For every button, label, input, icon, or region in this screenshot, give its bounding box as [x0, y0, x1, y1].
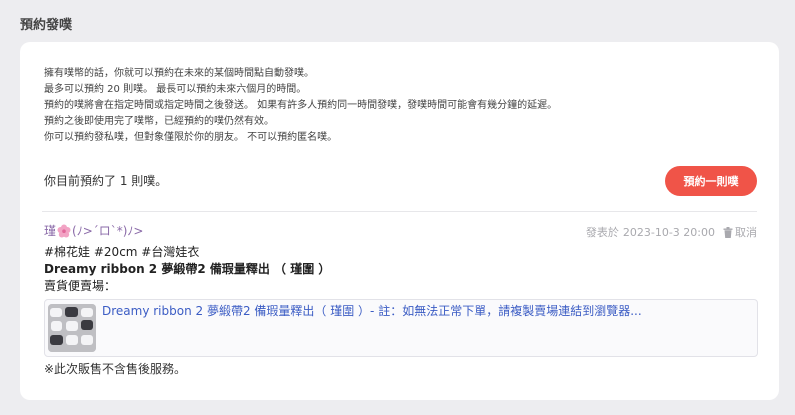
cancel-button[interactable]: 取消 — [723, 224, 757, 240]
reserved-post: 瑾 (ﾉ>´ロ`*)ﾉ> 發表於 2023-10-3 20:00 取消 #棉花娃… — [44, 220, 759, 378]
description-line: 最多可以預約 20 則噗。 最長可以預約未來六個月的時間。 — [44, 84, 307, 95]
post-shop-label: 賣貨便賣場： — [44, 279, 117, 293]
reservation-card: 擁有噗幣的話，你就可以預約在未來的某個時間點自動發噗。 最多可以預約 20 則噗… — [20, 42, 779, 400]
description-line: 擁有噗幣的話，你就可以預約在未來的某個時間點自動發噗。 — [44, 68, 314, 79]
post-headline: Dreamy ribbon 2 夢緞帶2 備瑕量釋出 （ 瑾圍 ） — [44, 262, 331, 276]
posted-label: 發表於 — [585, 226, 619, 239]
author-suffix: (ﾉ>´ロ`*)ﾉ> — [72, 224, 144, 238]
post-meta: 發表於 2023-10-3 20:00 取消 — [586, 224, 757, 240]
post-header: 瑾 (ﾉ>´ロ`*)ﾉ> 發表於 2023-10-3 20:00 取消 — [44, 220, 759, 240]
post-tags: #棉花娃 #20cm #台灣娃衣 — [44, 245, 200, 259]
description-line: 你可以預約發私噗，但對象僅限於你的朋友。 不可以預約匿名噗。 — [44, 132, 338, 143]
author-prefix: 瑾 — [44, 224, 57, 238]
post-timestamp: 2023-10-3 20:00 — [622, 225, 715, 239]
link-thumbnail — [48, 304, 96, 352]
author-name[interactable]: 瑾 (ﾉ>´ロ`*)ﾉ> — [44, 222, 144, 239]
page-title: 預約發噗 — [20, 18, 73, 33]
cancel-label: 取消 — [735, 226, 757, 239]
reserve-plurk-button[interactable]: 預約一則噗 — [665, 166, 757, 196]
link-title[interactable]: Dreamy ribbon 2 夢緞帶2 備瑕量釋出（ 瑾圍 ）- 註：如無法正… — [102, 303, 642, 320]
post-footer-note: ※此次販售不含售後服務。 — [44, 362, 187, 376]
divider — [42, 211, 757, 212]
description-line: 預約之後即使用完了噗幣，已經預約的噗仍然有效。 — [44, 116, 274, 127]
description-line: 預約的噗將會在指定時間或指定時間之後發送。 如果有許多人預約同一時間發噗，發噗時… — [44, 100, 558, 111]
link-preview[interactable]: Dreamy ribbon 2 夢緞帶2 備瑕量釋出（ 瑾圍 ）- 註：如無法正… — [44, 299, 758, 357]
trash-icon — [723, 226, 733, 238]
cherry-blossom-icon — [57, 224, 71, 238]
description: 擁有噗幣的話，你就可以預約在未來的某個時間點自動發噗。 最多可以預約 20 則噗… — [44, 66, 557, 146]
post-body: #棉花娃 #20cm #台灣娃衣 Dreamy ribbon 2 夢緞帶2 備瑕… — [44, 244, 759, 378]
reservation-count: 你目前預約了 1 則噗。 — [44, 174, 168, 188]
